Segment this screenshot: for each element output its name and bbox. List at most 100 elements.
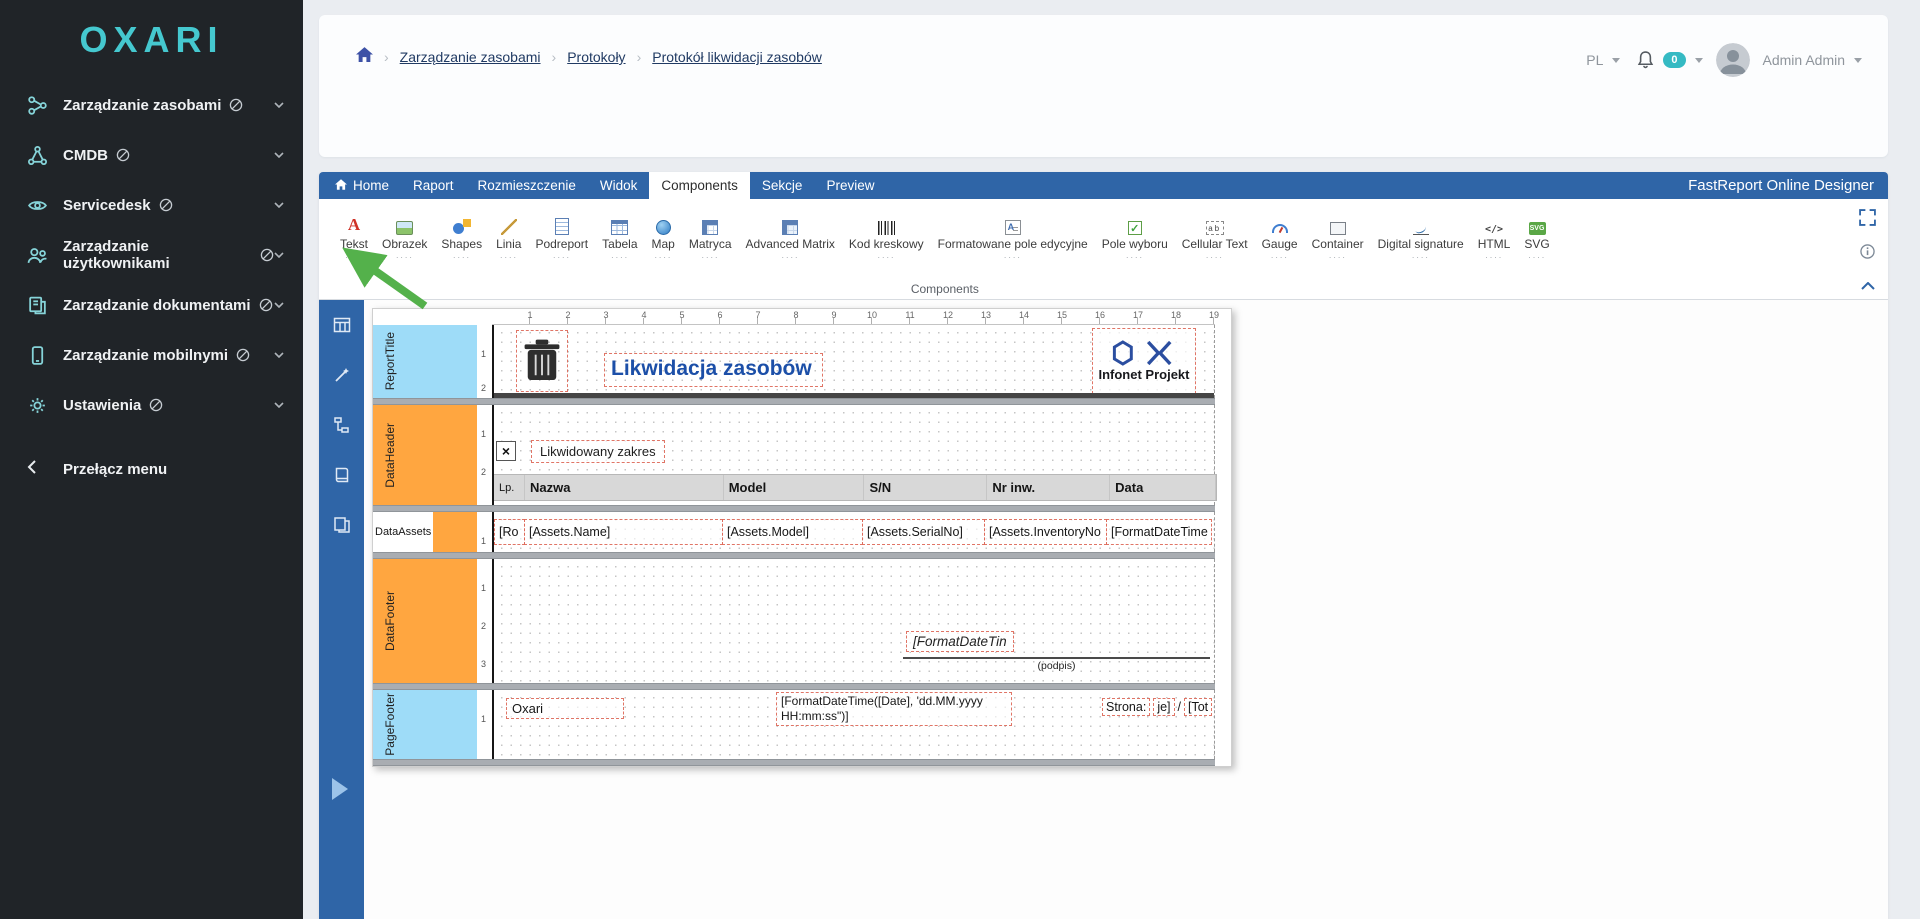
band-separator[interactable] [373, 759, 1215, 766]
sidebar-item-ustawienia[interactable]: Ustawienia [0, 380, 303, 430]
band-label-report-title[interactable]: ReportTitle [373, 325, 477, 398]
tab-components[interactable]: Components [649, 172, 750, 199]
breadcrumb-link-protokoly[interactable]: Protokoły [567, 49, 625, 65]
dictionary-panel-icon[interactable] [333, 466, 351, 489]
component-container[interactable]: Container ···· [1305, 215, 1371, 262]
report-grid-panel-icon[interactable] [333, 316, 351, 339]
avatar[interactable] [1716, 43, 1750, 77]
table-header-cell[interactable]: Data [1110, 475, 1216, 500]
table-header-cell[interactable]: Model [724, 475, 865, 500]
language-selector[interactable]: PL [1586, 52, 1603, 68]
tab-rozmieszczenie[interactable]: Rozmieszczenie [466, 172, 588, 199]
component-podreport[interactable]: Podreport ···· [528, 215, 595, 262]
band-separator[interactable] [373, 683, 1215, 690]
band-label-page-footer[interactable]: PageFooter [373, 690, 477, 759]
table-header-row[interactable]: Lp. Nazwa Model S/N Nr inw. Data [494, 474, 1217, 501]
component-kod-kreskowy[interactable]: Kod kreskowy ···· [842, 215, 931, 262]
report-title-text-object[interactable]: Likwidacja zasobów [604, 353, 823, 387]
sidebar-item-servicedesk[interactable]: Servicedesk [0, 180, 303, 230]
sidebar-item-zarzadzanie-uzytkownikami[interactable]: Zarządzanie użytkownikami [0, 230, 303, 280]
tab-home[interactable]: Home [323, 172, 401, 199]
notification-caret-icon[interactable] [1695, 58, 1703, 63]
subreport-icon [555, 218, 569, 235]
sidebar-item-zarzadzanie-zasobami[interactable]: Zarządzanie zasobami [0, 80, 303, 130]
band-label-data-assets[interactable]: DataAssets [373, 512, 477, 552]
component-matryca[interactable]: Matryca ···· [682, 215, 739, 262]
component-gauge[interactable]: Gauge ···· [1255, 215, 1305, 262]
band-separator[interactable] [373, 505, 1215, 512]
band-label-data-footer[interactable]: DataFooter [373, 559, 477, 683]
company-logo-object[interactable]: Infonet Projekt [1092, 328, 1196, 394]
breadcrumb-current[interactable]: Protokół likwidacji zasobów [652, 49, 822, 65]
data-field-cell[interactable]: [FormatDateTime [1106, 519, 1212, 545]
component-map[interactable]: Map ···· [645, 215, 682, 262]
title-divider-line-object[interactable] [494, 393, 1214, 398]
component-svg[interactable]: SVG ···· [1517, 215, 1556, 262]
info-icon[interactable] [1860, 244, 1875, 264]
dropdown-dots-icon: ···· [1485, 253, 1503, 262]
data-field-cell[interactable]: [Assets.Name] [524, 519, 723, 545]
tab-raport[interactable]: Raport [401, 172, 466, 199]
sidebar-item-cmdb[interactable]: CMDB [0, 130, 303, 180]
trash-image-object[interactable] [516, 330, 568, 392]
user-menu-caret-icon[interactable] [1854, 58, 1862, 63]
band-vertical-ruler: 1 [477, 512, 492, 552]
data-field-cell[interactable]: [Ro [494, 519, 525, 545]
run-preview-button[interactable] [332, 778, 348, 800]
chevron-down-icon [274, 402, 284, 408]
footer-datetime-object[interactable]: [FormatDateTime([Date], 'dd.MM.yyyy HH:m… [776, 692, 1012, 726]
collapse-ribbon-icon[interactable] [1861, 277, 1875, 295]
bell-icon[interactable] [1637, 51, 1654, 69]
data-field-cell[interactable]: [Assets.InventoryNo [984, 519, 1107, 545]
data-field-cell[interactable]: [Assets.SerialNo] [862, 519, 985, 545]
table-header-cell[interactable]: S/N [864, 475, 987, 500]
band-vertical-ruler: 1 2 [477, 325, 492, 398]
fullscreen-icon[interactable] [1859, 209, 1876, 231]
broken-image-placeholder-icon[interactable] [496, 441, 516, 461]
component-digital-signature[interactable]: Digital signature ···· [1371, 215, 1471, 262]
footer-page-number-object: Strona: je] / [Tot [1102, 698, 1212, 716]
breadcrumb-link-zasoby[interactable]: Zarządzanie zasobami [400, 49, 541, 65]
section-label-object[interactable]: Likwidowany zakres [531, 440, 665, 463]
tab-sekcje[interactable]: Sekcje [750, 172, 815, 199]
band-separator[interactable] [373, 398, 1215, 405]
home-icon[interactable] [356, 47, 373, 67]
component-linia[interactable]: Linia ···· [489, 215, 528, 262]
tab-preview[interactable]: Preview [814, 172, 886, 199]
license-badge-icon [159, 198, 173, 212]
component-tabela[interactable]: Tabela ···· [595, 215, 644, 262]
table-header-cell[interactable]: Nr inw. [987, 475, 1110, 500]
style-wizard-panel-icon[interactable] [333, 366, 351, 389]
notification-count-badge[interactable]: 0 [1663, 52, 1685, 68]
user-name[interactable]: Admin Admin [1763, 52, 1845, 68]
data-field-cell[interactable]: [Assets.Model] [722, 519, 863, 545]
pages-panel-icon[interactable] [333, 516, 351, 539]
component-html[interactable]: HTML ···· [1471, 215, 1518, 262]
home-tab-icon [335, 178, 347, 193]
band-label-data-header[interactable]: DataHeader [373, 405, 477, 505]
component-tekst[interactable]: Tekst ···· [333, 215, 375, 262]
report-tree-panel-icon[interactable] [333, 416, 351, 439]
component-formatowane-pole[interactable]: Formatowane pole edycyjne ···· [931, 215, 1095, 262]
component-cellular-text[interactable]: Cellular Text ···· [1175, 215, 1255, 262]
sidebar-item-zarzadzanie-mobilnymi[interactable]: Zarządzanie mobilnymi [0, 330, 303, 380]
component-obrazek[interactable]: Obrazek ···· [375, 215, 434, 262]
table-header-cell[interactable]: Lp. [494, 475, 525, 500]
sidebar-item-zarzadzanie-dokumentami[interactable]: Zarządzanie dokumentami [0, 280, 303, 330]
text-icon [348, 215, 360, 235]
date-field-object[interactable]: [FormatDateTin [906, 631, 1014, 652]
footer-company-text-object[interactable]: Oxari [506, 698, 624, 719]
band-separator[interactable] [373, 552, 1215, 559]
sidebar-toggle-menu[interactable]: Przełącz menu [0, 444, 303, 494]
component-pole-wyboru[interactable]: Pole wyboru ···· [1095, 215, 1175, 262]
component-advanced-matrix[interactable]: Advanced Matrix ···· [739, 215, 842, 262]
signature-line-object[interactable] [903, 657, 1210, 659]
total-pages-field[interactable]: [Tot [1184, 698, 1212, 716]
tab-widok[interactable]: Widok [588, 172, 650, 199]
table-header-cell[interactable]: Nazwa [525, 475, 724, 500]
page-number-field[interactable]: je] [1153, 698, 1174, 716]
signature-caption[interactable]: (podpis) [903, 660, 1210, 672]
component-shapes[interactable]: Shapes ···· [434, 215, 489, 262]
page-number-label[interactable]: Strona: [1102, 698, 1150, 716]
language-caret-icon[interactable] [1612, 58, 1620, 63]
